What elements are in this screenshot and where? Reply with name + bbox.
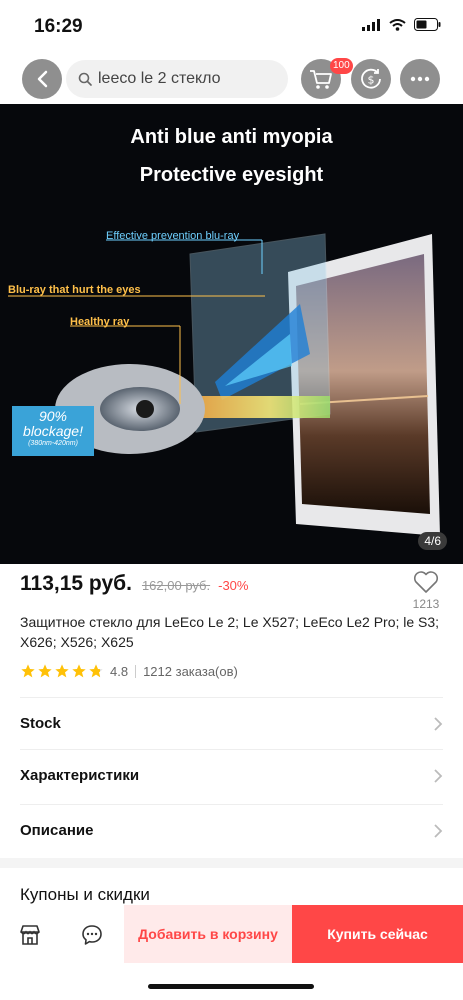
home-indicator[interactable] <box>148 984 314 989</box>
row-stock-label: Stock <box>20 715 61 732</box>
product-title: Защитное стекло для LeEco Le 2; Le X527;… <box>20 614 440 650</box>
hero-label-prevention: Effective prevention blu-ray <box>106 230 240 242</box>
bottom-action-bar: Добавить в корзину Купить сейчас <box>0 905 463 963</box>
row-stock[interactable]: Stock <box>20 697 443 749</box>
row-description-label: Описание <box>20 822 94 839</box>
search-icon <box>78 72 92 86</box>
store-button[interactable] <box>16 921 44 949</box>
svg-text:$: $ <box>368 74 375 87</box>
hero-title-line1: Anti blue anti myopia <box>130 126 333 148</box>
chevron-right-icon <box>434 716 443 731</box>
coin-icon: $ <box>361 68 381 89</box>
star-icon <box>21 664 35 678</box>
signal-icon <box>362 18 380 31</box>
blockage-percent: 90% <box>38 408 68 424</box>
chat-icon <box>82 925 102 945</box>
old-price: 162,00 руб. <box>141 578 211 593</box>
battery-icon <box>414 18 441 31</box>
back-button[interactable] <box>22 59 62 99</box>
chevron-right-icon <box>434 768 443 783</box>
coin-button[interactable]: $ <box>351 59 391 99</box>
row-specs[interactable]: Характеристики <box>20 749 443 801</box>
rating-stars <box>20 663 104 679</box>
status-bar: 16:29 <box>0 0 463 52</box>
wishlist-count: 1213 <box>412 597 440 611</box>
rating-row[interactable]: 4.8 1212 заказа(ов) <box>20 663 238 679</box>
hero-title-line2: Protective eyesight <box>139 164 324 186</box>
chevron-right-icon <box>434 823 443 838</box>
blockage-word: blockage! <box>23 423 83 439</box>
buy-now-button[interactable]: Купить сейчас <box>292 905 463 963</box>
image-page-counter: 4/6 <box>418 532 447 550</box>
hero-label-healthy: Healthy ray <box>70 316 130 328</box>
status-time: 16:29 <box>34 16 83 37</box>
nav-bar: leeco le 2 стекло 100 $ <box>0 56 463 102</box>
store-icon <box>20 925 40 945</box>
more-button[interactable] <box>400 59 440 99</box>
rating-value: 4.8 <box>110 663 129 679</box>
blockage-box: 90% blockage! (380nm-420nm) <box>12 406 94 456</box>
star-icon <box>55 664 69 678</box>
current-price: 113,15 руб. <box>20 572 132 595</box>
star-icon <box>38 664 52 678</box>
row-specs-label: Характеристики <box>20 767 140 784</box>
cart-badge: 100 <box>330 58 353 74</box>
price-row: 113,15 руб. 162,00 руб. -30% <box>20 572 248 596</box>
blockage-range: (380nm-420nm) <box>28 440 78 447</box>
discount-badge: -30% <box>218 578 249 593</box>
row-description[interactable]: Описание <box>20 804 443 856</box>
divider <box>135 664 137 678</box>
search-input[interactable]: leeco le 2 стекло <box>66 60 288 98</box>
wifi-icon <box>389 18 406 31</box>
chat-button[interactable] <box>78 921 106 949</box>
search-query: leeco le 2 стекло <box>98 70 221 87</box>
cart-icon <box>310 70 332 89</box>
more-icon <box>410 76 430 82</box>
orders-count: 1212 заказа(ов) <box>143 663 238 679</box>
hero-label-hurt: Blu-ray that hurt the eyes <box>8 284 141 296</box>
coupons-heading[interactable]: Купоны и скидки <box>20 885 150 905</box>
back-icon <box>37 70 48 88</box>
star-icon <box>72 664 86 678</box>
add-to-cart-button[interactable]: Добавить в корзину <box>124 905 292 963</box>
star-icon <box>89 664 103 678</box>
heart-icon[interactable] <box>413 570 439 594</box>
product-image-gallery[interactable]: Anti blue anti myopia Protective eyesigh… <box>0 104 463 564</box>
section-divider <box>0 858 463 868</box>
